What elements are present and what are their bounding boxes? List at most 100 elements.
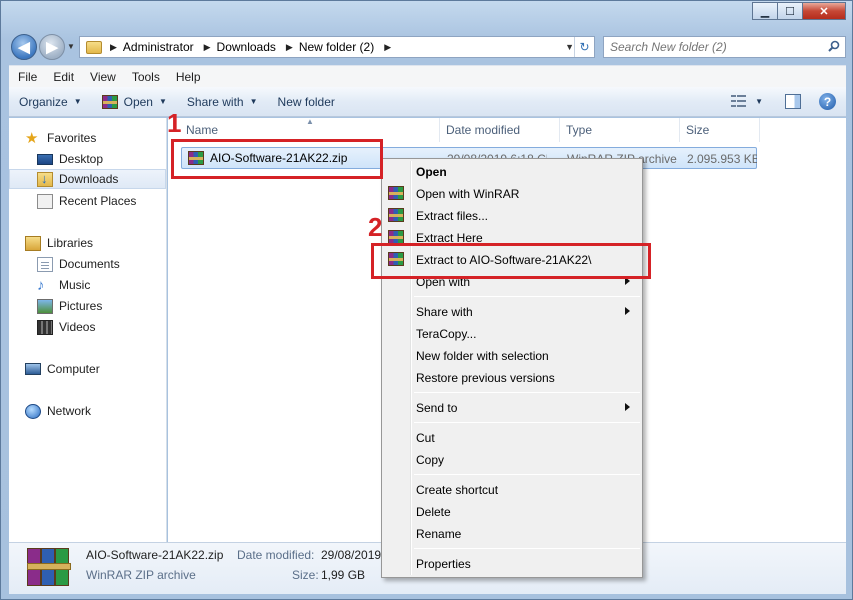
pictures-icon	[37, 298, 53, 314]
menu-item-extract-files[interactable]: Extract files...	[384, 205, 640, 227]
menu-item-share-with[interactable]: Share with	[384, 301, 640, 323]
menu-file[interactable]: File	[9, 70, 44, 84]
menu-item-create-shortcut[interactable]: Create shortcut	[384, 479, 640, 501]
organize-button[interactable]: Organize ▼	[9, 87, 92, 117]
nav-label: Desktop	[59, 152, 104, 166]
dropdown-arrow-icon: ▼	[158, 97, 167, 106]
menu-item-restore-previous-versions[interactable]: Restore previous versions	[384, 367, 640, 389]
nav-network[interactable]: Network	[9, 401, 166, 421]
open-label: Open	[123, 94, 153, 109]
toolbar-right: ▼ ?	[731, 93, 836, 110]
address-dropdown-icon[interactable]: ▼	[565, 42, 574, 52]
column-header-type[interactable]: Type	[560, 118, 680, 142]
search-icon[interactable]	[828, 40, 840, 52]
menu-tools[interactable]: Tools	[123, 70, 167, 84]
help-icon[interactable]: ?	[819, 93, 836, 110]
file-size: 2.095.953 KB	[687, 152, 757, 166]
details-file-type: WinRAR ZIP archive	[86, 568, 196, 582]
open-button[interactable]: Open ▼	[92, 87, 177, 117]
menu-item-new-folder-with-selection[interactable]: New folder with selection	[384, 345, 640, 367]
winrar-icon	[101, 94, 118, 109]
nav-libraries[interactable]: Libraries	[9, 233, 166, 253]
column-label: Name	[186, 123, 219, 137]
column-label: Date modified	[446, 123, 521, 137]
column-header-size[interactable]: Size	[680, 118, 760, 142]
nav-favorites[interactable]: ★ Favorites	[25, 128, 182, 148]
minimize-button[interactable]: ▁	[752, 2, 778, 20]
menu-separator	[414, 296, 640, 297]
annotation-step-1: 1	[167, 108, 182, 138]
back-button[interactable]: ◀	[11, 34, 37, 60]
nav-videos[interactable]: Videos	[9, 317, 166, 337]
search-input[interactable]	[604, 37, 814, 57]
dropdown-arrow-icon: ▼	[73, 97, 82, 106]
nav-label: Favorites	[47, 131, 97, 145]
nav-downloads[interactable]: Downloads	[9, 169, 166, 189]
menu-bar: File Edit View Tools Help	[9, 65, 846, 87]
menu-item-send-to[interactable]: Send to	[384, 397, 640, 419]
share-with-button[interactable]: Share with ▼	[177, 87, 268, 117]
new-folder-label: New folder	[277, 94, 335, 109]
details-size-value: 1,99 GB	[321, 568, 366, 582]
annotation-step-2: 2	[368, 212, 383, 242]
computer-icon	[25, 363, 41, 375]
menu-item-label: Rename	[416, 527, 462, 541]
column-header-date[interactable]: Date modified	[440, 118, 560, 142]
breadcrumb-downloads[interactable]: Downloads	[215, 40, 282, 54]
chevron-right-icon[interactable]: ▶	[380, 42, 395, 53]
menu-item-label: Copy	[416, 453, 445, 467]
menu-separator	[414, 474, 640, 475]
details-file-name: AIO-Software-21AK22.zip	[86, 548, 224, 562]
menu-item-copy[interactable]: Copy	[384, 449, 640, 471]
refresh-icon[interactable]: ↻	[574, 37, 594, 57]
menu-item-cut[interactable]: Cut	[384, 427, 640, 449]
organize-label: Organize	[19, 94, 68, 109]
menu-item-teracopy[interactable]: TeraCopy...	[384, 323, 640, 345]
recent-pages-dropdown-icon[interactable]: ▼	[67, 42, 75, 51]
details-date-label: Date modified:	[237, 548, 315, 562]
chevron-right-icon[interactable]: ▶	[106, 42, 121, 53]
forward-button[interactable]: ▶	[39, 34, 65, 60]
new-folder-button[interactable]: New folder	[268, 87, 345, 117]
menu-item-rename[interactable]: Rename	[384, 523, 640, 545]
menu-item-label: Delete	[416, 505, 451, 519]
breadcrumb-new-folder[interactable]: New folder (2)	[297, 40, 380, 54]
menu-item-label: Cut	[416, 431, 435, 445]
menu-item-open[interactable]: Open	[384, 161, 640, 183]
nav-recent-places[interactable]: Recent Places	[9, 191, 166, 211]
menu-item-delete[interactable]: Delete	[384, 501, 640, 523]
preview-pane-icon[interactable]	[785, 94, 801, 109]
breadcrumb-administrator[interactable]: Administrator	[121, 40, 200, 54]
menu-item-label: Properties	[416, 557, 471, 571]
view-dropdown-icon[interactable]: ▼	[755, 97, 763, 106]
chevron-right-icon[interactable]: ▶	[200, 42, 215, 53]
menu-view[interactable]: View	[81, 70, 123, 84]
search-box[interactable]	[603, 36, 846, 58]
change-view-icon[interactable]	[731, 94, 747, 109]
nav-documents[interactable]: Documents	[9, 254, 166, 274]
context-menu: Open Open with WinRAR Extract files... E…	[381, 158, 643, 578]
network-icon	[25, 403, 41, 419]
winrar-icon	[388, 208, 404, 222]
menu-item-open-with-winrar[interactable]: Open with WinRAR	[384, 183, 640, 205]
nav-desktop[interactable]: Desktop	[9, 149, 166, 169]
nav-label: Network	[47, 404, 92, 418]
menu-help[interactable]: Help	[167, 70, 208, 84]
nav-pictures[interactable]: Pictures	[9, 296, 166, 316]
winrar-icon	[388, 230, 404, 244]
maximize-button[interactable]: ☐	[777, 2, 803, 20]
address-bar[interactable]: ▶ Administrator ▶ Downloads ▶ New folder…	[79, 36, 595, 58]
recent-places-icon	[37, 193, 53, 209]
chevron-right-icon[interactable]: ▶	[282, 42, 297, 53]
menu-item-properties[interactable]: Properties	[384, 553, 640, 575]
menu-item-label: TeraCopy...	[416, 327, 477, 341]
menu-edit[interactable]: Edit	[44, 70, 81, 84]
close-button[interactable]: ✕	[802, 2, 846, 20]
nav-computer[interactable]: Computer	[9, 359, 166, 379]
desktop-icon	[37, 153, 53, 165]
nav-label: Music	[59, 278, 91, 292]
menu-separator	[414, 422, 640, 423]
menu-item-label: Open	[416, 165, 447, 179]
submenu-arrow-icon	[625, 307, 630, 315]
nav-music[interactable]: ♪ Music	[9, 275, 166, 295]
